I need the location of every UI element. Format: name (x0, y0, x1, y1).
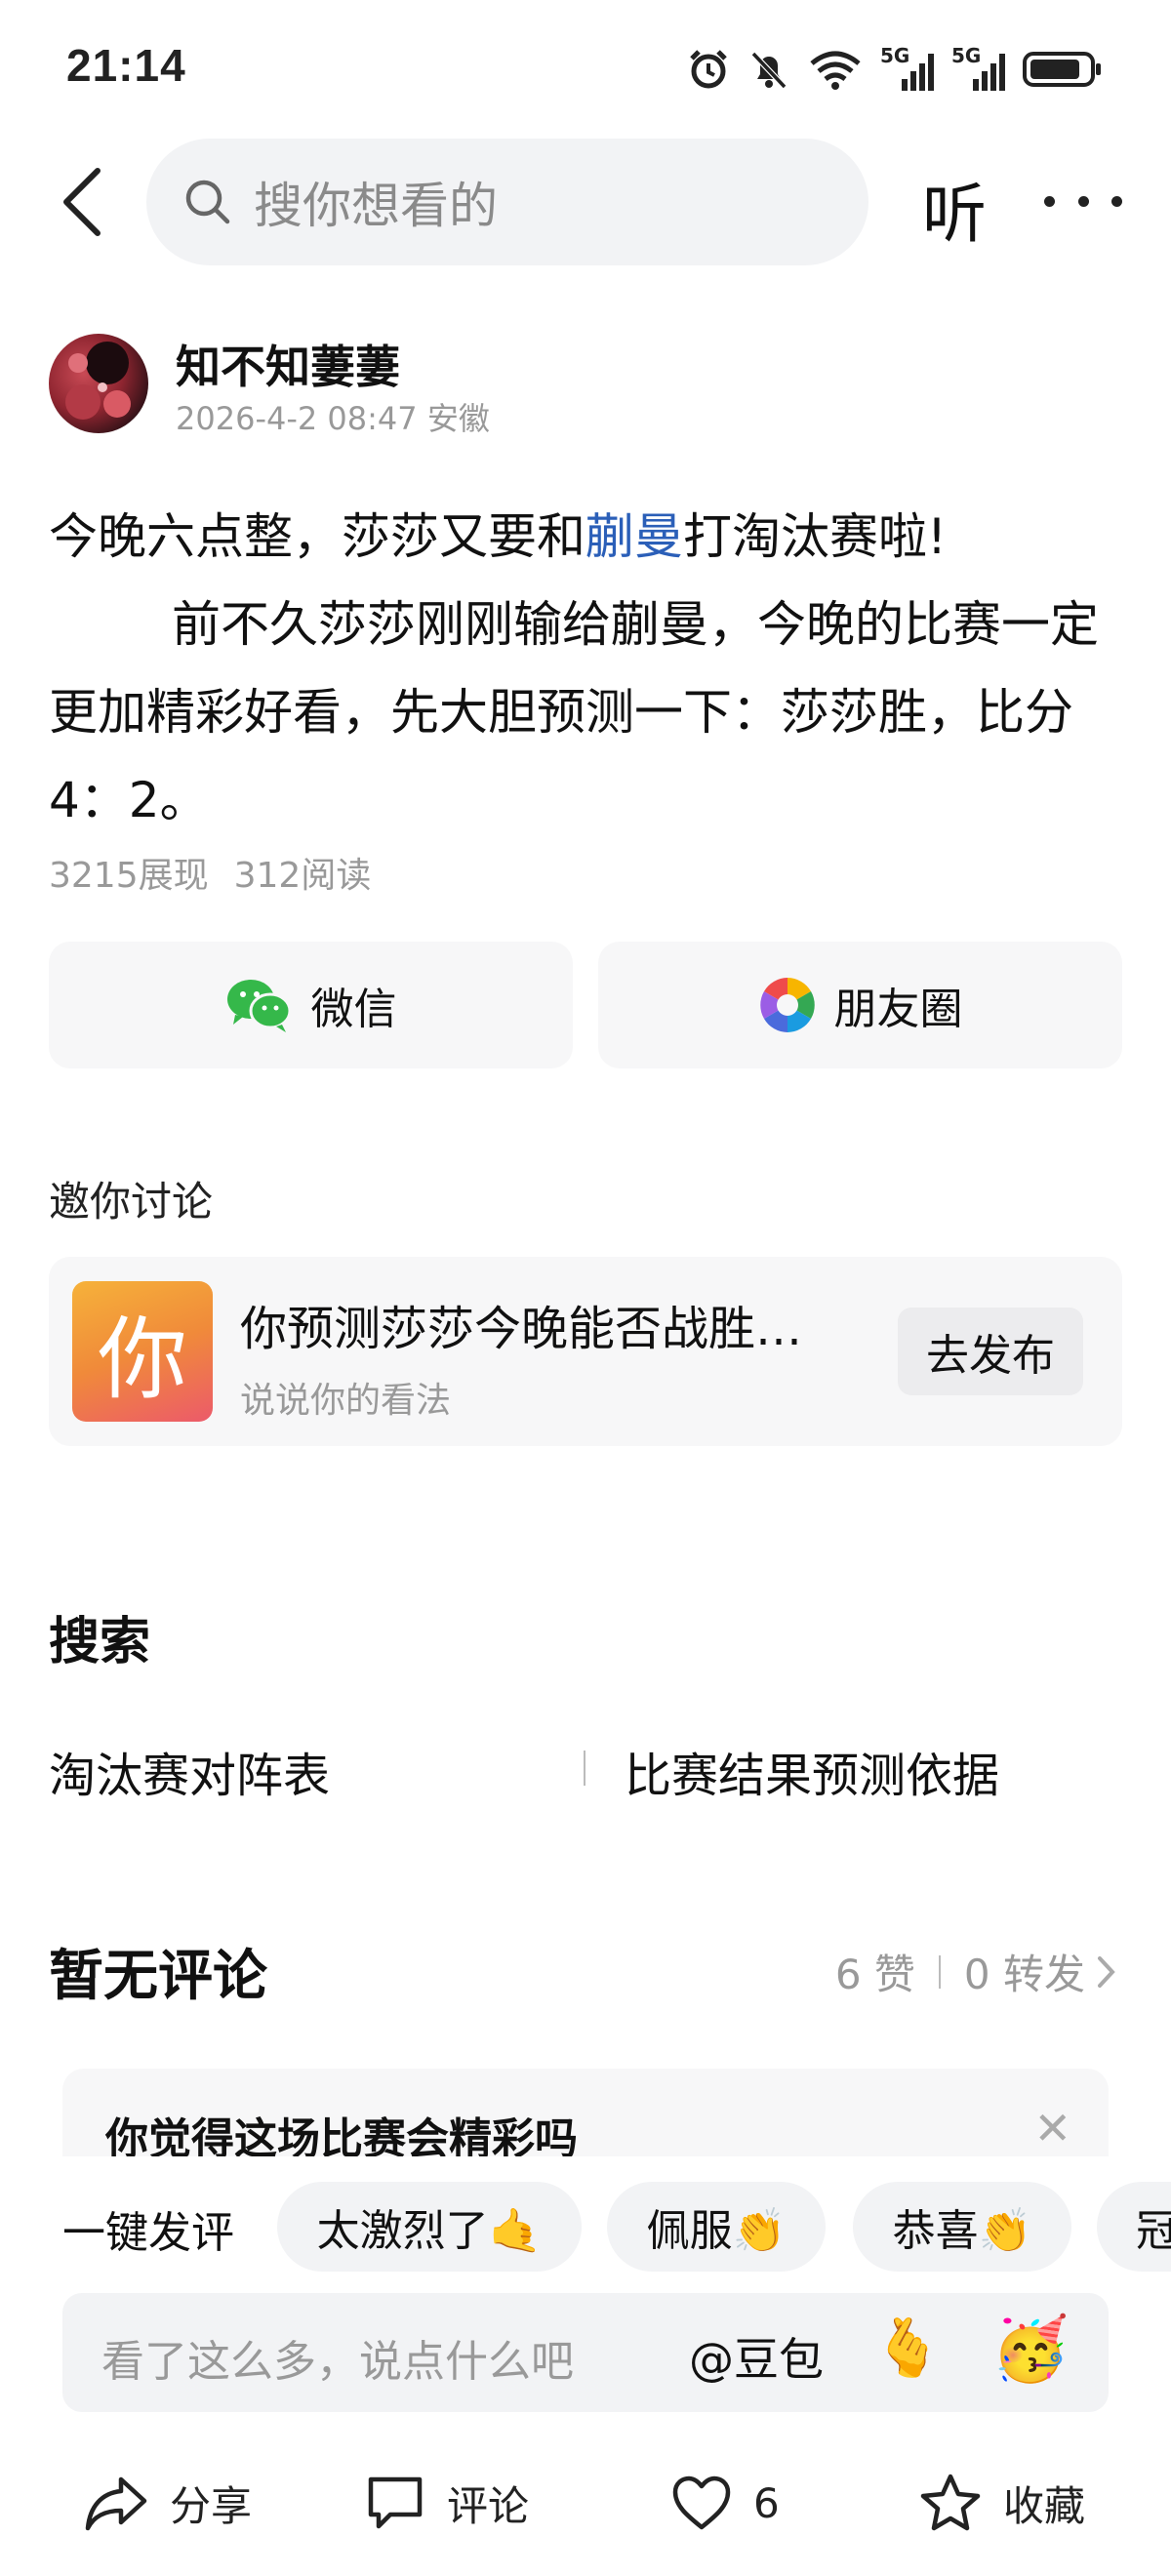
post-location: 安徽 (426, 400, 490, 437)
network-type-label: 5G (951, 44, 982, 67)
cell-signal-1: 5G (880, 44, 934, 91)
post-timestamp: 2026-4-2 08:47 (176, 400, 418, 437)
search-placeholder: 搜你想看的 (254, 178, 498, 234)
post-content: 今晚六点整，莎莎又要和蒯曼打淘汰赛啦! 前不久莎莎刚刚输给蒯曼，今晚的比赛一定更… (49, 493, 1122, 844)
poll-question: 你觉得这场比赛会精彩吗 (105, 2114, 578, 2156)
network-type-label: 5G (880, 44, 910, 67)
share-moments-button[interactable]: 朋友圈 (598, 942, 1122, 1068)
close-icon[interactable]: ✕ (1033, 2102, 1071, 2154)
invite-question: 你预测莎莎今晚能否战胜… (240, 1302, 803, 1356)
favorite-label: 收藏 (1003, 2481, 1086, 2530)
avatar-image (65, 342, 131, 420)
post-paragraph-2: 前不久莎莎刚刚输给蒯曼，今晚的比赛一定更加精彩好看，先大胆预测一下：莎莎胜，比分… (49, 596, 1099, 828)
star-icon (920, 2474, 981, 2531)
wifi-icon (810, 51, 861, 90)
quick-comment-chip[interactable]: 冠 (1097, 2182, 1171, 2272)
invite-section-title: 邀你讨论 (49, 1178, 214, 1226)
moments-label: 朋友圈 (833, 985, 963, 1034)
cell-signal-2: 5G (951, 44, 1005, 91)
search-suggestion[interactable]: 比赛结果预测依据 (625, 1737, 999, 1805)
invite-icon: 你 (72, 1281, 213, 1422)
status-icons: 5G 5G (687, 43, 1103, 96)
chevron-right-icon (1098, 1955, 1115, 1988)
like-count: 6 (753, 2478, 780, 2527)
more-dot-icon (1111, 195, 1122, 207)
invite-card[interactable]: 你 你预测莎莎今晚能否战胜… 说说你的看法 去发布 (49, 1257, 1122, 1446)
finger-heart-emoji-button[interactable]: 🫰 (872, 2314, 943, 2382)
quick-comment-chip[interactable]: 太激烈了🤙 (277, 2182, 582, 2272)
likes-count: 6 赞 (834, 1951, 915, 1998)
poll-card[interactable]: 你觉得这场比赛会精彩吗 ✕ (62, 2069, 1109, 2156)
comment-icon (368, 2476, 423, 2529)
moments-icon (759, 978, 815, 1032)
battery-icon (1023, 52, 1101, 87)
search-suggestion[interactable]: 淘汰赛对阵表 (49, 1737, 330, 1805)
publish-button[interactable]: 去发布 (898, 1308, 1083, 1395)
quick-comment-label: 一键发评 (62, 2208, 234, 2258)
share-wechat-button[interactable]: 微信 (49, 942, 573, 1068)
wechat-icon (226, 980, 291, 1032)
search-section-title: 搜索 (49, 1613, 151, 1671)
share-icon (85, 2476, 147, 2531)
heart-icon (672, 2475, 731, 2530)
comment-button[interactable]: 评论 (365, 2469, 529, 2537)
quick-comment-chip[interactable]: 恭喜👏 (853, 2182, 1071, 2272)
share-label: 分享 (170, 2481, 253, 2530)
player-link[interactable]: 蒯曼 (586, 508, 683, 565)
like-button[interactable]: 6 (671, 2469, 780, 2537)
status-time: 21:14 (66, 40, 186, 91)
party-face-emoji-button[interactable]: 🥳 (991, 2313, 1070, 2386)
post-text: 打淘汰赛啦! (683, 508, 948, 565)
post-line-1: 今晚六点整，莎莎又要和蒯曼打淘汰赛啦! (49, 493, 1122, 581)
listen-button[interactable]: 听 (922, 162, 987, 256)
back-button[interactable] (43, 158, 121, 246)
comments-title: 暂无评论 (49, 1945, 267, 2008)
more-dot-icon (1044, 195, 1055, 207)
alarm-icon (690, 50, 727, 89)
wechat-label: 微信 (310, 985, 397, 1034)
avatar[interactable] (49, 334, 148, 433)
comment-placeholder: 看了这么多，说点什么吧 (101, 2337, 574, 2387)
more-dot-icon (1077, 195, 1089, 207)
back-arrow-icon (63, 168, 101, 236)
quick-comment-chip[interactable]: 佩服👏 (607, 2182, 826, 2272)
post-meta: 2026-4-2 08:47 安徽 (176, 394, 490, 439)
divider (938, 1954, 941, 1989)
reposts-count: 0 转发 (963, 1951, 1085, 1998)
views-count: 3215展现 (49, 856, 209, 896)
mention-doubao-button[interactable]: @豆包 (689, 2324, 824, 2389)
search-icon (185, 180, 230, 224)
top-bar: 搜你想看的 听 (0, 137, 1171, 273)
favorite-button[interactable]: 收藏 (919, 2469, 1085, 2537)
share-row: 微信 朋友圈 (49, 942, 1122, 1068)
comment-label: 评论 (447, 2481, 530, 2530)
post-text: 今晚六点整，莎莎又要和 (49, 508, 586, 565)
share-button[interactable]: 分享 (84, 2469, 252, 2537)
engagement-summary[interactable]: 6 赞 0 转发 (835, 1942, 1118, 2001)
bottom-action-bar: 分享 评论 6 收藏 (0, 2439, 1171, 2576)
divider (584, 1751, 586, 1786)
invite-subtitle: 说说你的看法 (240, 1381, 452, 1421)
search-suggestions: 淘汰赛对阵表 比赛结果预测依据 (49, 1737, 1122, 1805)
comment-input[interactable]: 看了这么多，说点什么吧 @豆包 🫰 🥳 (62, 2293, 1109, 2412)
search-input[interactable]: 搜你想看的 (146, 139, 868, 265)
status-bar: 21:14 5G 5G (0, 0, 1171, 137)
reads-count: 312阅读 (233, 856, 372, 896)
author-block: 知不知萋萋 2026-4-2 08:47 安徽 (49, 332, 1122, 439)
author-name[interactable]: 知不知萋萋 (176, 332, 400, 396)
mute-bell-icon (750, 51, 787, 90)
quick-comment-row: 一键发评 太激烈了🤙 佩服👏 恭喜👏 冠 (0, 2158, 1171, 2295)
more-options-button[interactable] (1044, 172, 1122, 230)
post-stats: 3215展现 312阅读 (49, 847, 371, 898)
